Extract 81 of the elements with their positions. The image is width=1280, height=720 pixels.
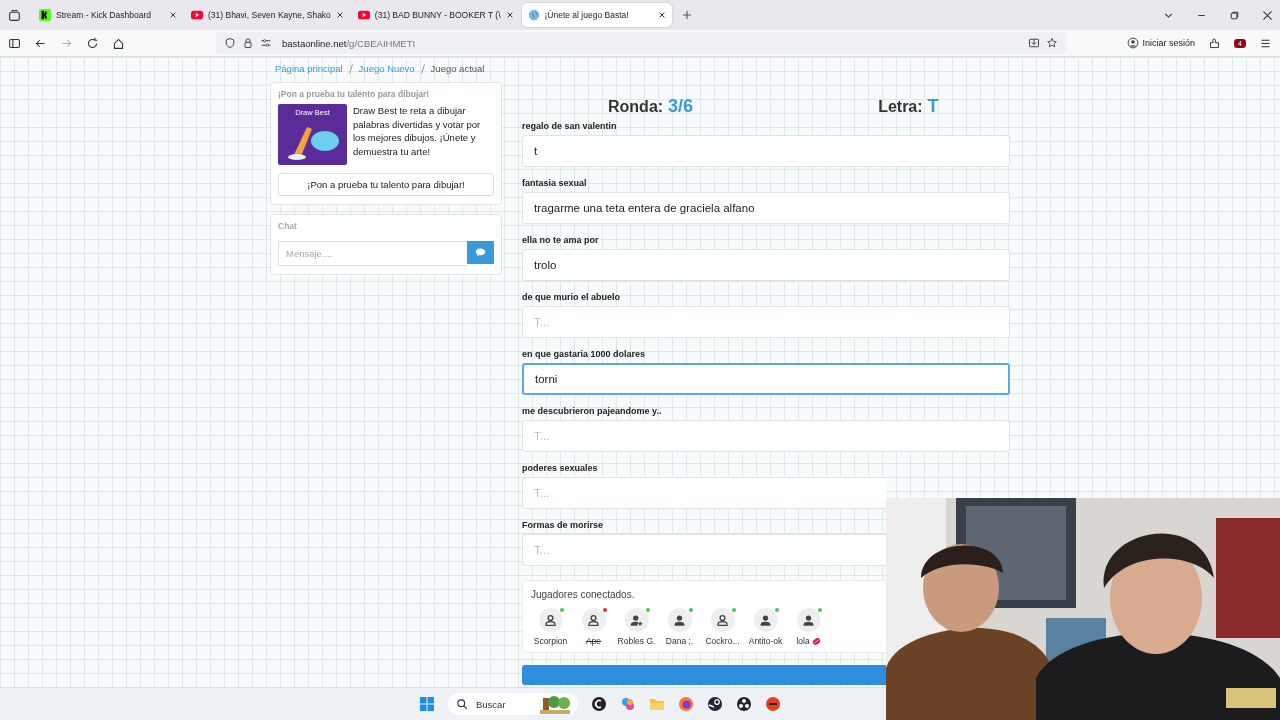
field-label: Formas de morirse (522, 520, 605, 530)
promo-button[interactable]: ¡Pon a prueba tu talento para dibujar! (278, 173, 494, 196)
answer-field[interactable]: t (522, 135, 1010, 167)
lock-icon[interactable] (242, 37, 254, 49)
field-label: poderes sexuales (522, 463, 599, 473)
players-title: Jugadores conectados. (531, 589, 636, 600)
answer-field[interactable]: torni (522, 363, 1010, 395)
speech-bubble-icon (475, 247, 486, 258)
close-tab-icon[interactable] (169, 11, 177, 19)
trees-icon (540, 694, 570, 714)
extensions-icon[interactable] (1208, 36, 1222, 50)
recorder-icon[interactable] (736, 696, 752, 712)
sign-in-button[interactable]: Iniciar sesión (1126, 37, 1196, 49)
video-play-icon (191, 9, 203, 21)
account-icon (1126, 37, 1139, 49)
close-icon[interactable] (1261, 8, 1274, 22)
user-icon (759, 613, 772, 627)
app-icon[interactable] (765, 696, 781, 712)
player-name: Scorpion (533, 636, 568, 646)
field-label: fantasia sexual (522, 178, 588, 188)
answer-field[interactable]: T... (522, 534, 886, 566)
steam-icon[interactable] (707, 696, 723, 712)
field-label: regalo de san valentin (522, 121, 618, 131)
video-play-icon (357, 9, 370, 21)
close-tab-icon[interactable] (657, 11, 666, 19)
home-icon[interactable] (112, 36, 125, 50)
field-label: me descubrieron pajeandome y.. (522, 406, 663, 416)
promo-text: Draw Best te reta a dibujar palabras divertidas y votar por los mejores dibujos. ¡Únete y demuestra tu arte! (353, 104, 482, 159)
browser-icon[interactable] (678, 696, 694, 712)
app-icon[interactable] (591, 696, 607, 712)
browser-tab[interactable]: (31) Bhavi, Seven Kayne, Shako (185, 3, 350, 27)
promo-heading: ¡Pon a prueba tu talento para dibujar! (278, 89, 431, 99)
close-tab-icon[interactable] (505, 11, 514, 19)
field-label: en que gastaria 1000 dolares (522, 349, 647, 359)
star-icon[interactable] (1046, 37, 1058, 49)
user-outline-icon (716, 613, 729, 627)
kick-logo-icon (39, 9, 51, 21)
answer-field[interactable]: T... (522, 420, 1010, 452)
player-name: Dana ;. (665, 636, 694, 646)
answer-field[interactable]: trolo (522, 249, 1010, 281)
slash-separator-icon (348, 63, 353, 74)
message-input[interactable]: Mensaje.... (278, 241, 467, 266)
taskbar-search[interactable]: Buscar (448, 693, 578, 715)
user-icon (802, 613, 815, 627)
user-star-icon (630, 613, 643, 627)
new-tab-icon[interactable] (681, 10, 692, 20)
download-icon[interactable] (1028, 37, 1040, 49)
breadcrumb-current: Juego actual (430, 63, 485, 74)
field-label: ella no te ama por (522, 235, 600, 245)
search-icon (456, 698, 468, 710)
shield-icon[interactable] (224, 37, 236, 49)
letter-label: Letra: (878, 98, 923, 116)
field-label: de que murio el abuelo (522, 292, 621, 302)
permissions-icon[interactable] (260, 37, 272, 49)
browser-tab[interactable]: ¡Únete al juego Basta! (521, 3, 672, 27)
round-value: 3/6 (668, 96, 694, 117)
browser-tab[interactable]: Stream - Kick Dashboard (33, 3, 183, 27)
send-button[interactable] (467, 241, 494, 264)
answer-field[interactable]: tragarme una teta entera de graciela alfano (522, 192, 1010, 224)
globe-icon (527, 9, 540, 21)
player-name: Antito-ok (748, 636, 783, 646)
answer-field[interactable]: T... (522, 306, 1010, 338)
player-name: lola (796, 636, 810, 646)
reload-icon[interactable] (86, 36, 99, 50)
chat-title: Chat (278, 221, 298, 231)
player-name: Cockro... (705, 636, 740, 646)
letter-value: T (927, 96, 939, 117)
answer-field[interactable]: T... (522, 477, 886, 509)
player-name: Ape (585, 636, 602, 646)
close-tab-icon[interactable] (335, 11, 344, 19)
user-outline-icon (587, 613, 600, 627)
windows-start-icon[interactable] (419, 696, 435, 712)
user-outline-icon (544, 613, 557, 627)
address-bar[interactable]: bastaonline.net/g/CBEAIHMETI (216, 32, 1066, 54)
round-label: Ronda: (608, 98, 664, 116)
browser-tab[interactable]: (31) BAD BUNNY - BOOKER T (\ (351, 3, 520, 27)
slash-separator-icon (420, 63, 425, 74)
tab-list-icon[interactable] (8, 8, 21, 22)
sidebar-icon[interactable] (8, 36, 21, 50)
user-icon (673, 613, 686, 627)
player-name: Robles G. (617, 636, 656, 646)
